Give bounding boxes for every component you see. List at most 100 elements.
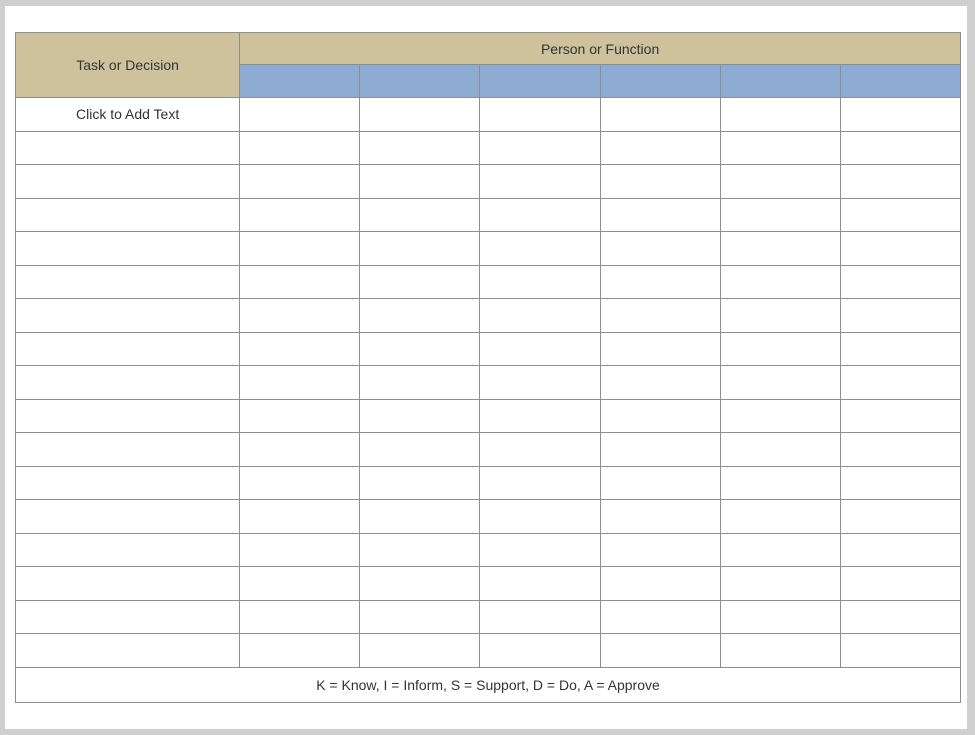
assignment-cell[interactable]: [839, 398, 962, 433]
assignment-cell[interactable]: [719, 164, 841, 199]
assignment-cell[interactable]: [239, 599, 361, 634]
assignment-cell[interactable]: [599, 298, 721, 333]
assignment-cell[interactable]: [479, 532, 601, 567]
assignment-cell[interactable]: [239, 164, 361, 199]
assignment-cell[interactable]: [479, 566, 601, 601]
assignment-cell[interactable]: [479, 298, 601, 333]
assignment-cell[interactable]: [719, 566, 841, 601]
assignment-cell[interactable]: [479, 499, 601, 534]
assignment-cell[interactable]: [239, 331, 361, 366]
assignment-cell[interactable]: [479, 130, 601, 165]
assignment-cell[interactable]: [599, 465, 721, 500]
assignment-cell[interactable]: [599, 231, 721, 266]
assignment-cell[interactable]: [599, 164, 721, 199]
person-column-header[interactable]: [839, 64, 962, 98]
assignment-cell[interactable]: [719, 298, 841, 333]
assignment-cell[interactable]: [359, 465, 481, 500]
assignment-cell[interactable]: [839, 432, 962, 467]
assignment-cell[interactable]: [719, 331, 841, 366]
task-cell[interactable]: [14, 432, 241, 467]
task-cell[interactable]: [14, 532, 241, 567]
assignment-cell[interactable]: [479, 231, 601, 266]
assignment-cell[interactable]: [719, 499, 841, 534]
task-cell[interactable]: [14, 130, 241, 165]
assignment-cell[interactable]: [599, 264, 721, 299]
task-cell[interactable]: [14, 633, 241, 668]
assignment-cell[interactable]: [239, 566, 361, 601]
assignment-cell[interactable]: [479, 197, 601, 232]
assignment-cell[interactable]: [839, 298, 962, 333]
assignment-cell[interactable]: [599, 633, 721, 668]
assignment-cell[interactable]: [239, 231, 361, 266]
assignment-cell[interactable]: [359, 566, 481, 601]
assignment-cell[interactable]: [359, 499, 481, 534]
task-cell[interactable]: [14, 566, 241, 601]
assignment-cell[interactable]: [599, 532, 721, 567]
assignment-cell[interactable]: [719, 97, 841, 132]
assignment-cell[interactable]: [359, 130, 481, 165]
assignment-cell[interactable]: [719, 365, 841, 400]
assignment-cell[interactable]: [359, 331, 481, 366]
assignment-cell[interactable]: [359, 532, 481, 567]
task-cell[interactable]: [14, 599, 241, 634]
assignment-cell[interactable]: [479, 398, 601, 433]
assignment-cell[interactable]: [239, 465, 361, 500]
assignment-cell[interactable]: [479, 633, 601, 668]
assignment-cell[interactable]: [719, 231, 841, 266]
assignment-cell[interactable]: [839, 231, 962, 266]
assignment-cell[interactable]: [839, 365, 962, 400]
assignment-cell[interactable]: [479, 599, 601, 634]
assignment-cell[interactable]: [359, 365, 481, 400]
assignment-cell[interactable]: [239, 398, 361, 433]
assignment-cell[interactable]: [599, 499, 721, 534]
task-cell[interactable]: [14, 197, 241, 232]
assignment-cell[interactable]: [359, 298, 481, 333]
assignment-cell[interactable]: [239, 432, 361, 467]
assignment-cell[interactable]: [839, 264, 962, 299]
assignment-cell[interactable]: [239, 298, 361, 333]
task-cell[interactable]: [14, 499, 241, 534]
person-column-header[interactable]: [719, 64, 841, 98]
task-cell[interactable]: [14, 465, 241, 500]
assignment-cell[interactable]: [719, 633, 841, 668]
assignment-cell[interactable]: [719, 532, 841, 567]
assignment-cell[interactable]: [359, 633, 481, 668]
task-cell[interactable]: [14, 398, 241, 433]
assignment-cell[interactable]: [839, 566, 962, 601]
assignment-cell[interactable]: [359, 599, 481, 634]
assignment-cell[interactable]: [479, 164, 601, 199]
task-cell[interactable]: [14, 331, 241, 366]
assignment-cell[interactable]: [479, 432, 601, 467]
assignment-cell[interactable]: [599, 599, 721, 634]
assignment-cell[interactable]: [599, 197, 721, 232]
task-cell[interactable]: [14, 231, 241, 266]
assignment-cell[interactable]: [719, 398, 841, 433]
task-cell[interactable]: Click to Add Text: [14, 97, 241, 132]
assignment-cell[interactable]: [839, 532, 962, 567]
assignment-cell[interactable]: [239, 197, 361, 232]
assignment-cell[interactable]: [719, 432, 841, 467]
assignment-cell[interactable]: [599, 365, 721, 400]
assignment-cell[interactable]: [479, 365, 601, 400]
assignment-cell[interactable]: [839, 130, 962, 165]
task-cell[interactable]: [14, 298, 241, 333]
assignment-cell[interactable]: [839, 499, 962, 534]
assignment-cell[interactable]: [359, 432, 481, 467]
assignment-cell[interactable]: [239, 264, 361, 299]
assignment-cell[interactable]: [839, 331, 962, 366]
assignment-cell[interactable]: [719, 197, 841, 232]
assignment-cell[interactable]: [599, 97, 721, 132]
assignment-cell[interactable]: [599, 566, 721, 601]
assignment-cell[interactable]: [839, 633, 962, 668]
task-cell[interactable]: [14, 164, 241, 199]
person-column-header[interactable]: [599, 64, 721, 98]
assignment-cell[interactable]: [359, 97, 481, 132]
assignment-cell[interactable]: [599, 432, 721, 467]
assignment-cell[interactable]: [239, 633, 361, 668]
assignment-cell[interactable]: [239, 532, 361, 567]
assignment-cell[interactable]: [719, 465, 841, 500]
person-column-header[interactable]: [359, 64, 481, 98]
assignment-cell[interactable]: [839, 599, 962, 634]
assignment-cell[interactable]: [359, 398, 481, 433]
assignment-cell[interactable]: [839, 97, 962, 132]
